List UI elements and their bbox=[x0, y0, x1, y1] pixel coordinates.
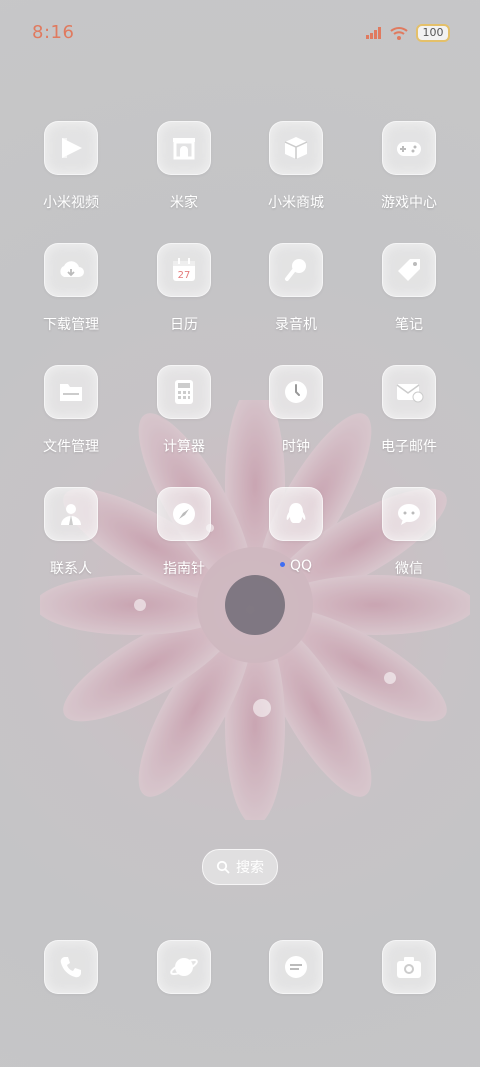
microphone-icon bbox=[269, 243, 323, 297]
app-contacts[interactable]: 联系人 bbox=[21, 487, 121, 578]
video-icon bbox=[44, 121, 98, 175]
app-label: 游戏中心 bbox=[381, 195, 437, 211]
contacts-icon bbox=[44, 487, 98, 541]
wallpaper-flower bbox=[40, 400, 470, 820]
calculator-icon bbox=[157, 365, 211, 419]
app-xiaomi-video[interactable]: 小米视频 bbox=[21, 121, 121, 212]
app-compass[interactable]: 指南针 bbox=[134, 487, 234, 578]
tag-icon bbox=[382, 243, 436, 297]
app-mijia[interactable]: 米家 bbox=[134, 121, 234, 212]
battery-indicator: 100 bbox=[416, 24, 450, 42]
chat-bubble-icon bbox=[382, 487, 436, 541]
app-label: 计算器 bbox=[163, 439, 205, 455]
camera-icon bbox=[382, 940, 436, 994]
app-xiaomi-store[interactable]: 小米商城 bbox=[246, 121, 346, 212]
app-label: 米家 bbox=[170, 195, 198, 211]
status-bar: 8:16 100 bbox=[0, 0, 480, 66]
app-qq[interactable]: QQ bbox=[246, 487, 346, 574]
app-wechat[interactable]: 微信 bbox=[359, 487, 459, 578]
app-label: 联系人 bbox=[50, 561, 92, 577]
dock-browser[interactable] bbox=[134, 940, 234, 994]
search-button[interactable]: 搜索 bbox=[202, 849, 278, 885]
app-label: QQ bbox=[289, 558, 313, 574]
app-label: 笔记 bbox=[395, 317, 423, 333]
dock-messages[interactable] bbox=[246, 940, 346, 994]
signal-icon bbox=[366, 27, 381, 39]
app-label: 小米视频 bbox=[43, 195, 99, 211]
box-icon bbox=[269, 121, 323, 175]
folder-icon bbox=[44, 365, 98, 419]
messages-icon bbox=[269, 940, 323, 994]
status-time: 8:16 bbox=[32, 22, 75, 43]
app-label: 日历 bbox=[170, 317, 198, 333]
clock-icon bbox=[269, 365, 323, 419]
app-calendar[interactable]: 27 日历 bbox=[134, 243, 234, 334]
app-label: 时钟 bbox=[282, 439, 310, 455]
app-label: 电子邮件 bbox=[381, 439, 437, 455]
app-label: 文件管理 bbox=[43, 439, 99, 455]
browser-planet-icon bbox=[157, 940, 211, 994]
app-label: 下载管理 bbox=[43, 317, 99, 333]
calendar-date: 27 bbox=[178, 270, 191, 281]
app-file-manager[interactable]: 文件管理 bbox=[21, 365, 121, 456]
compass-icon bbox=[157, 487, 211, 541]
app-calculator[interactable]: 计算器 bbox=[134, 365, 234, 456]
app-recorder[interactable]: 录音机 bbox=[246, 243, 346, 334]
app-notes[interactable]: 笔记 bbox=[359, 243, 459, 334]
app-label: 录音机 bbox=[275, 317, 317, 333]
qq-penguin-icon bbox=[269, 487, 323, 541]
dock-phone[interactable] bbox=[21, 940, 121, 994]
cloud-download-icon bbox=[44, 243, 98, 297]
phone-icon bbox=[44, 940, 98, 994]
mail-icon bbox=[382, 365, 436, 419]
app-email[interactable]: 电子邮件 bbox=[359, 365, 459, 456]
mijia-home-icon bbox=[157, 121, 211, 175]
app-game-center[interactable]: 游戏中心 bbox=[359, 121, 459, 212]
search-icon bbox=[216, 860, 230, 874]
gamepad-icon bbox=[382, 121, 436, 175]
dock-camera[interactable] bbox=[359, 940, 459, 994]
app-download-manager[interactable]: 下载管理 bbox=[21, 243, 121, 334]
app-label: 指南针 bbox=[163, 561, 205, 577]
app-label: 小米商城 bbox=[268, 195, 324, 211]
app-label: 微信 bbox=[395, 561, 423, 577]
search-label: 搜索 bbox=[236, 860, 264, 876]
wifi-icon bbox=[390, 27, 408, 40]
app-clock[interactable]: 时钟 bbox=[246, 365, 346, 456]
calendar-icon: 27 bbox=[157, 243, 211, 297]
new-badge-dot bbox=[279, 561, 285, 567]
